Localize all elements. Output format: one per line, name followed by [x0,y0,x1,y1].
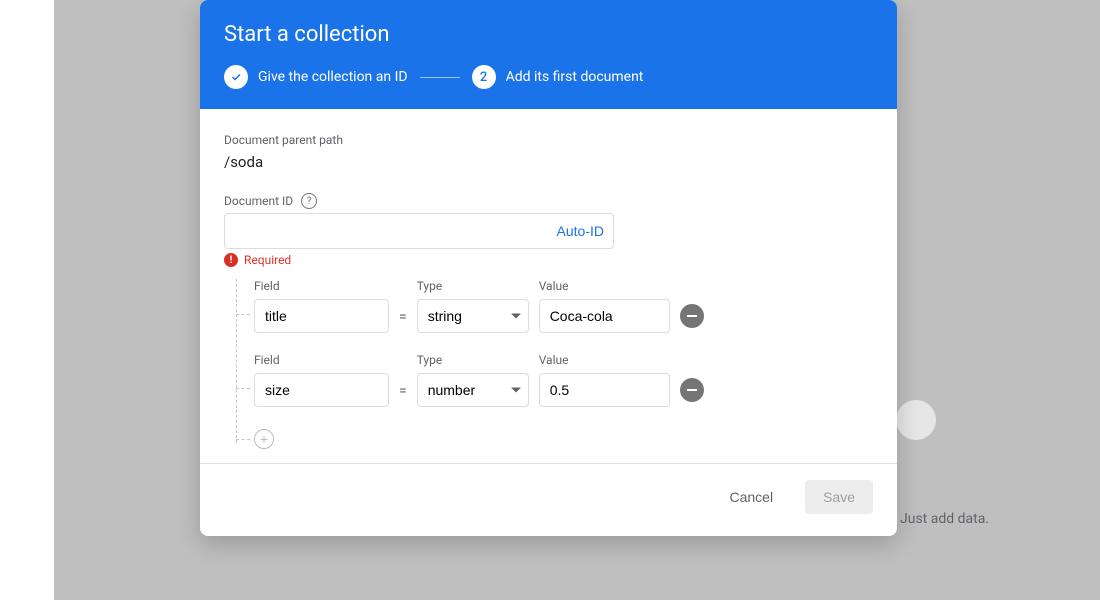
field-type-select[interactable] [417,299,529,333]
field-row-1: Field = Type Value [254,353,873,407]
dialog-header: Start a collection Give the collection a… [200,0,897,109]
document-id-label-row: Document ID ? [224,193,873,209]
field-row-0: Field = Type Value [254,279,873,333]
tree-line [236,279,237,443]
step-2-badge: 2 [472,65,496,89]
error-text: Required [244,253,291,267]
cancel-button[interactable]: Cancel [713,480,789,514]
add-field-row: + [254,427,873,455]
minus-icon [687,389,697,391]
field-name-input[interactable] [254,299,389,333]
col-value-label: Value [539,353,670,367]
help-icon[interactable]: ? [301,193,317,209]
equals-sign: = [399,309,407,333]
field-value-input[interactable] [539,373,670,407]
step-connector [420,77,460,78]
save-button[interactable]: Save [805,480,873,514]
remove-field-button[interactable] [680,378,704,402]
stepper: Give the collection an ID 2 Add its firs… [224,65,873,89]
col-field-label: Field [254,279,389,293]
equals-sign: = [399,383,407,407]
field-name-input[interactable] [254,373,389,407]
fields-container: Field = Type Value [224,279,873,455]
error-icon: ! [224,253,238,267]
col-type-label: Type [417,353,529,367]
col-type-label: Type [417,279,529,293]
col-field-label: Field [254,353,389,367]
field-type-select[interactable] [417,373,529,407]
bg-hint-text: Just add data. [900,511,989,527]
document-id-error: ! Required [224,253,873,267]
parent-path-label: Document parent path [224,133,873,147]
left-gutter [0,0,54,600]
document-id-label: Document ID [224,194,293,208]
dialog-title: Start a collection [224,22,873,47]
step-2: 2 Add its first document [472,65,644,89]
document-id-input[interactable] [224,213,614,249]
plus-icon: + [260,432,268,446]
bg-illustration [896,400,936,440]
parent-path-value: /soda [224,153,873,171]
check-icon [224,65,248,89]
dialog-body: Document parent path /soda Document ID ?… [200,109,897,463]
remove-field-button[interactable] [680,304,704,328]
start-collection-dialog: Start a collection Give the collection a… [200,0,897,536]
dialog-footer: Cancel Save [200,463,897,536]
document-id-field: Auto-ID [224,213,614,249]
step-1-label: Give the collection an ID [258,69,408,85]
auto-id-button[interactable]: Auto-ID [557,213,604,249]
step-2-label: Add its first document [506,69,644,85]
col-value-label: Value [539,279,670,293]
step-1: Give the collection an ID [224,65,408,89]
add-field-button[interactable]: + [254,429,274,449]
field-value-input[interactable] [539,299,670,333]
minus-icon [687,315,697,317]
